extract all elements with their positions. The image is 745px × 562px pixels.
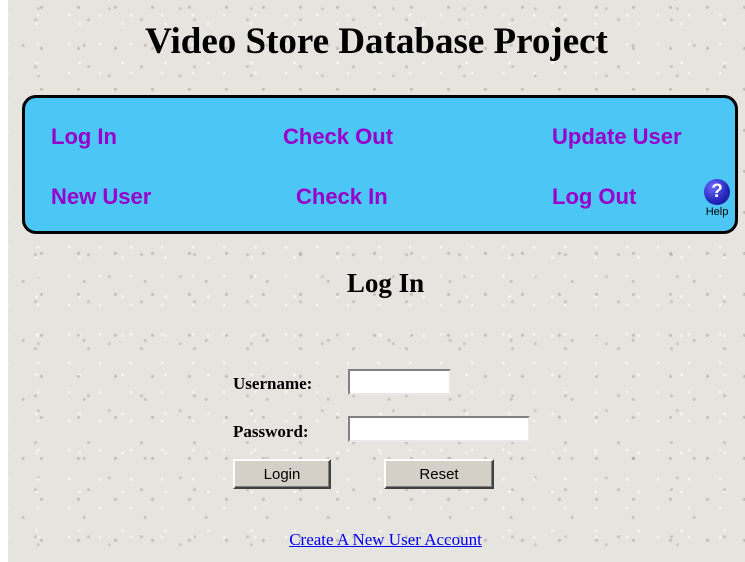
- help-question-icon: ?: [704, 179, 730, 205]
- password-label-colon: :: [302, 422, 309, 441]
- help-label: Help: [705, 206, 729, 218]
- nav-link-update-user[interactable]: Update User: [552, 123, 682, 151]
- left-frame-edge: [0, 0, 8, 562]
- help-button[interactable]: ? Help: [698, 179, 736, 218]
- nav-link-log-in[interactable]: Log In: [51, 123, 117, 151]
- main-nav-panel: Log In Check Out Update User New User Ch…: [22, 95, 738, 234]
- login-heading: Log In: [346, 268, 425, 298]
- username-input[interactable]: [348, 369, 451, 395]
- username-label-text: Username: [233, 374, 307, 393]
- password-input[interactable]: [348, 416, 530, 442]
- nav-link-check-in[interactable]: Check In: [296, 183, 388, 211]
- password-label: Password:: [233, 422, 309, 442]
- create-account-link[interactable]: Create A New User Account: [289, 530, 482, 549]
- page-title: Video Store Database Project: [145, 21, 608, 62]
- nav-link-check-out[interactable]: Check Out: [283, 123, 393, 151]
- login-button[interactable]: Login: [233, 459, 331, 489]
- username-label: Username:: [233, 374, 312, 394]
- nav-link-log-out[interactable]: Log Out: [552, 183, 636, 211]
- create-account-link-row: Create A New User Account: [8, 529, 745, 551]
- nav-link-new-user[interactable]: New User: [51, 183, 151, 211]
- reset-button[interactable]: Reset: [384, 459, 494, 489]
- password-label-text: Password: [233, 422, 303, 441]
- username-label-colon: :: [306, 374, 313, 393]
